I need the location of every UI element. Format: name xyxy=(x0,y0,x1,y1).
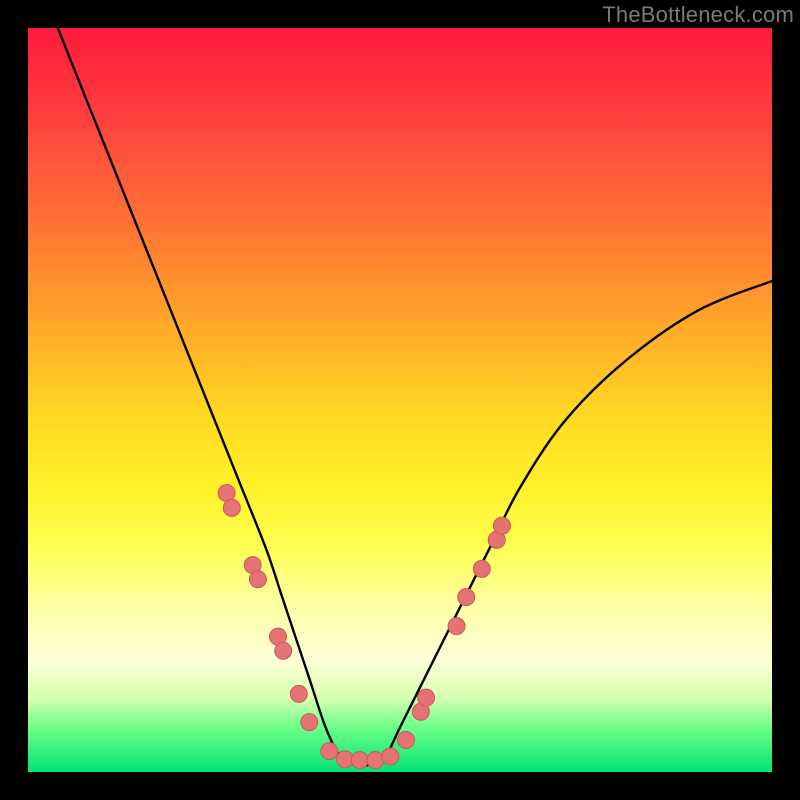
watermark-text: TheBottleneck.com xyxy=(602,2,794,28)
black-frame xyxy=(0,0,800,800)
